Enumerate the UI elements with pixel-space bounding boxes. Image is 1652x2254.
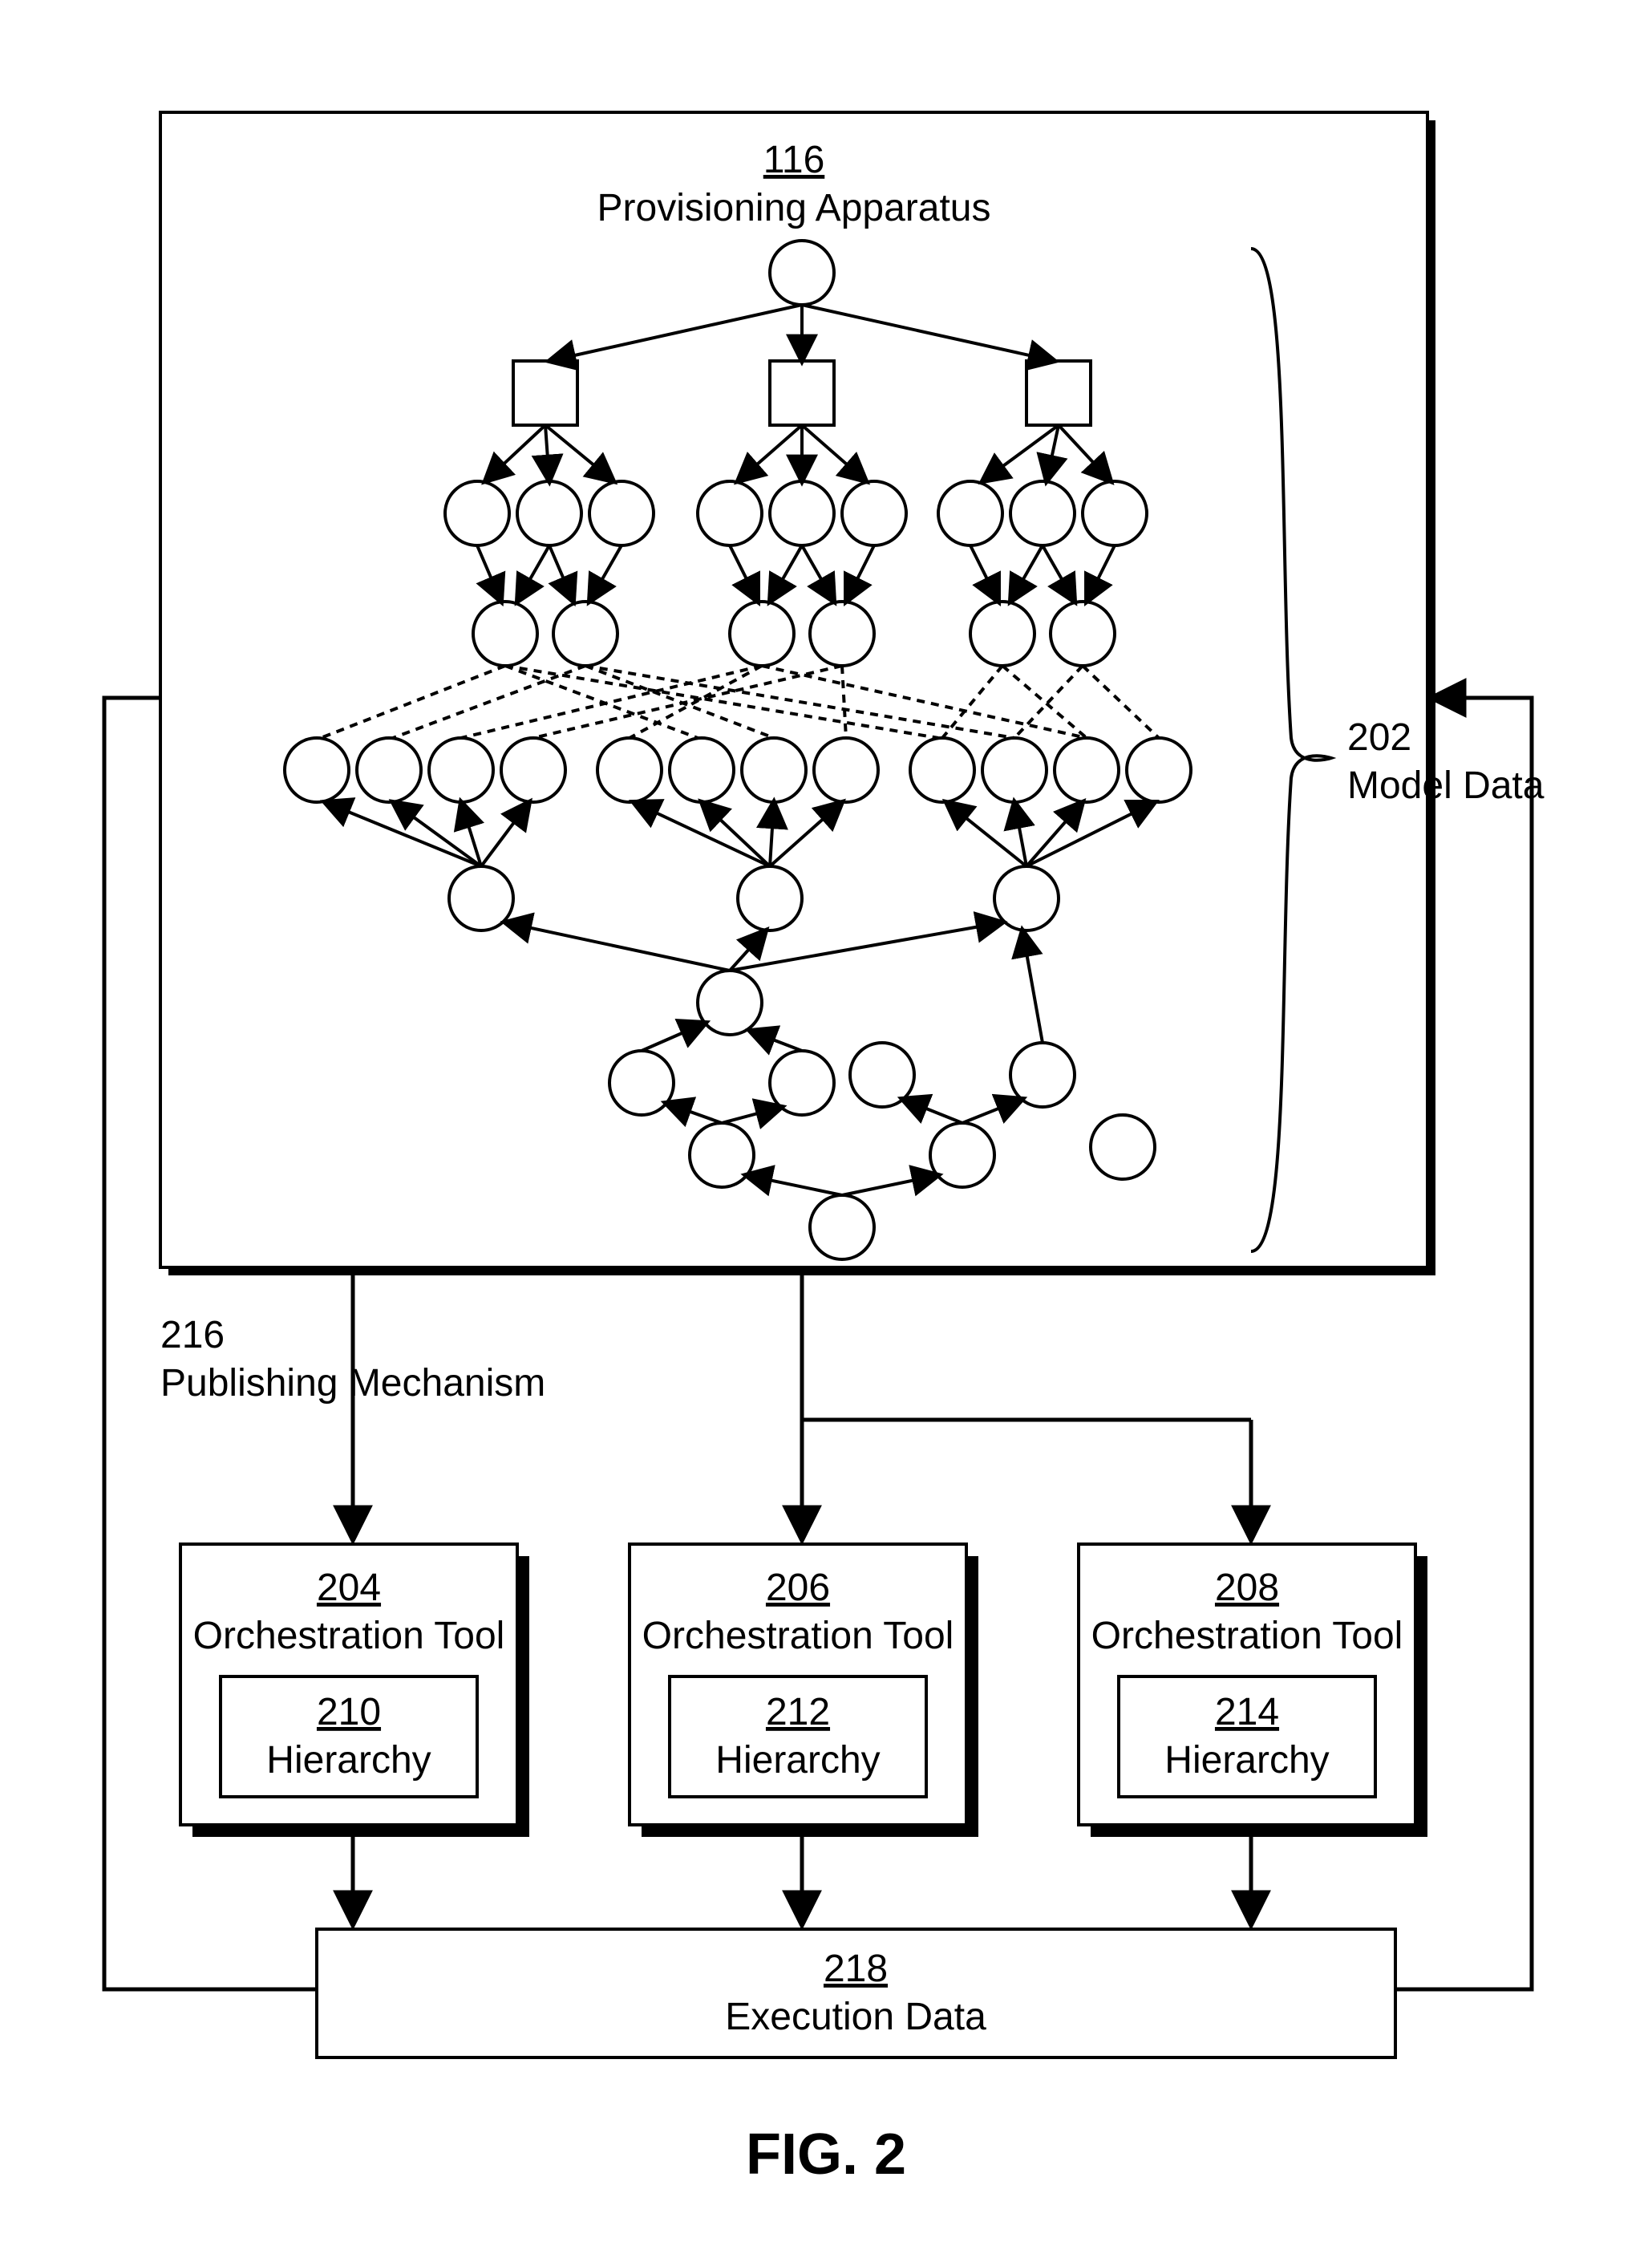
tool-1-label: Orchestration Tool — [193, 1615, 505, 1657]
tool-2-ref: 206 — [766, 1567, 830, 1609]
model-data-label: Model Data — [1347, 764, 1545, 807]
tool-3-label: Orchestration Tool — [1091, 1615, 1403, 1657]
publishing-ref: 216 — [160, 1314, 225, 1356]
tool-2-hierarchy-ref: 212 — [766, 1691, 830, 1733]
execution-label: Execution Data — [725, 1996, 986, 2038]
model-data-ref: 202 — [1347, 716, 1411, 759]
execution-data-box: 218 Execution Data — [317, 1929, 1395, 2057]
tool-3-hierarchy-ref: 214 — [1215, 1691, 1279, 1733]
tool-1-hierarchy-label: Hierarchy — [266, 1739, 431, 1782]
orchestration-tool-2: 206 Orchestration Tool 212 Hierarchy — [630, 1544, 978, 1837]
tool-1-hierarchy-ref: 210 — [317, 1691, 381, 1733]
execution-ref: 218 — [824, 1948, 888, 1990]
provisioning-ref: 116 — [763, 139, 825, 181]
orchestration-tool-1: 204 Orchestration Tool 210 Hierarchy — [180, 1544, 529, 1837]
execution-connectors — [353, 1837, 1251, 1924]
provisioning-label: Provisioning Apparatus — [597, 187, 991, 229]
tool-2-label: Orchestration Tool — [642, 1615, 954, 1657]
figure-label: FIG. 2 — [746, 2122, 906, 2187]
tool-3-hierarchy-label: Hierarchy — [1164, 1739, 1329, 1782]
orchestration-tool-3: 208 Orchestration Tool 214 Hierarchy — [1079, 1544, 1427, 1837]
tool-1-ref: 204 — [317, 1567, 381, 1609]
diagram-figure-2: 116 Provisioning Apparatus 202 Model Dat… — [0, 0, 1652, 2254]
tool-2-hierarchy-label: Hierarchy — [715, 1739, 880, 1782]
tool-3-ref: 208 — [1215, 1567, 1279, 1609]
